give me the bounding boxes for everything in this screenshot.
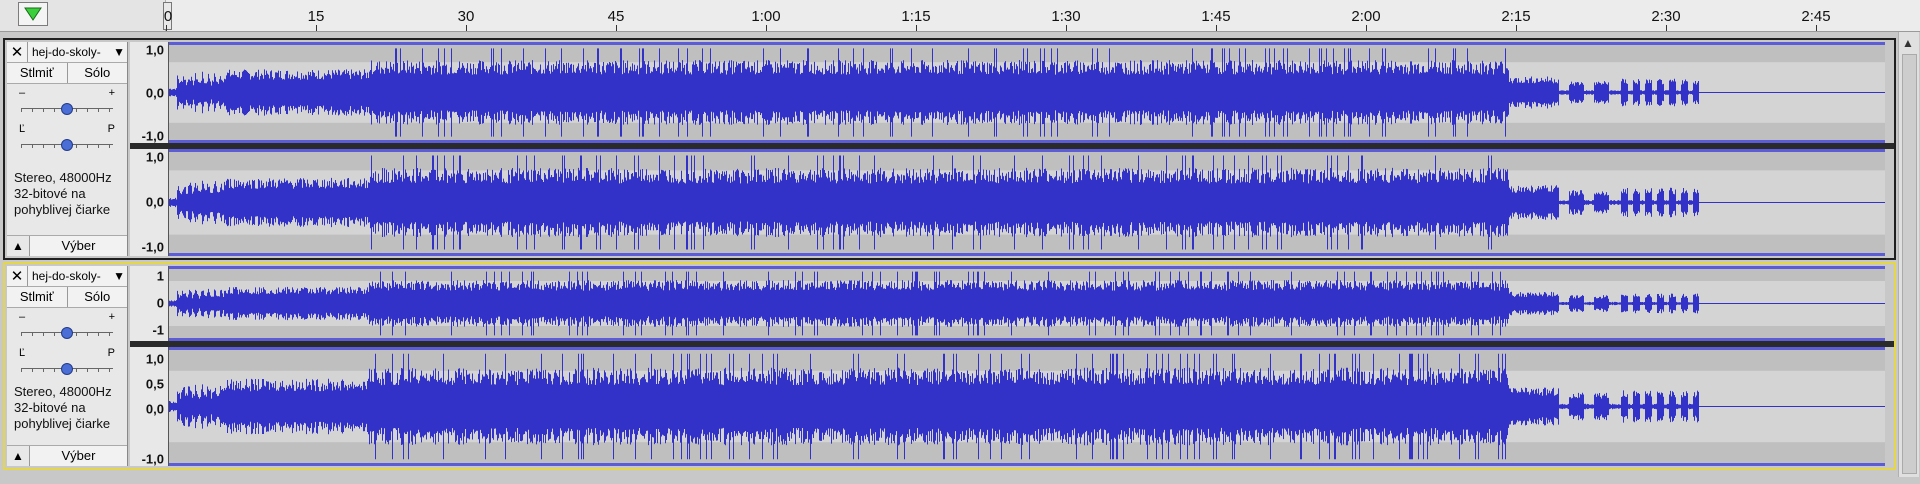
close-icon: ✕ [10,268,24,285]
waveform-right-channel[interactable] [169,347,1885,466]
close-track-button[interactable]: ✕ [7,42,28,62]
solo-button[interactable]: Sólo [67,63,127,83]
ruler-tick-mark [316,25,317,31]
track-name-menu[interactable]: hej-do-skoly- ▼ [28,266,127,286]
ruler-tick-label: 2:15 [1501,8,1531,25]
pan-slider[interactable]: Ľ P [7,344,127,380]
play-head-icon [24,7,42,21]
ruler-tick-label: 1:30 [1051,8,1081,25]
ruler-tick-mark [466,25,467,31]
ruler-tick-mark [166,25,167,31]
ruler-tick-mark [1816,25,1817,31]
gain-slider[interactable]: – + [7,308,127,344]
ruler-tick-mark [1666,25,1667,31]
pan-left-label: Ľ [19,123,26,135]
collapse-arrow-icon: ▲ [12,449,24,463]
waveform-left-channel[interactable] [169,266,1885,341]
scrollbar-thumb[interactable] [1902,54,1917,474]
ruler-tick-mark [1216,25,1217,31]
dropdown-arrow-icon: ▼ [113,45,125,59]
ruler-tick-mark [1066,25,1067,31]
track-control-panel: ✕ hej-do-skoly- ▼ Stlmiť Sólo – + Ľ P Ste… [7,42,128,256]
ruler-tick-label: 0 [163,8,173,25]
ruler-tick-mark [1366,25,1367,31]
gain-minus-label: – [19,87,26,99]
track-name-menu[interactable]: hej-do-skoly- ▼ [28,42,127,62]
play-head-button[interactable] [18,2,48,26]
gain-slider-thumb[interactable] [61,103,73,115]
mute-button[interactable]: Stlmiť [7,287,68,307]
pan-slider-thumb[interactable] [61,363,73,375]
select-track-button[interactable]: Výber [30,236,127,256]
pan-slider[interactable]: Ľ P [7,120,127,156]
track-control-panel: ✕ hej-do-skoly- ▼ Stlmiť Sólo – + Ľ P Ste… [7,266,128,466]
waveform-right-channel[interactable] [169,149,1885,256]
pan-right-label: P [107,347,115,359]
ruler-tick-label: 2:45 [1801,8,1831,25]
close-track-button[interactable]: ✕ [7,266,28,286]
pan-slider-thumb[interactable] [61,139,73,151]
ruler-tick-label: 30 [457,8,475,25]
gain-plus-label: + [108,311,115,323]
waveform-left-channel[interactable] [169,42,1885,143]
ruler-tick-label: 1:15 [901,8,931,25]
amplitude-scale-right-channel[interactable]: 1,0 0,0 -1,0 [130,149,169,256]
audio-track-2[interactable]: ✕ hej-do-skoly- ▼ Stlmiť Sólo – + Ľ P Ste… [3,262,1896,470]
scroll-up-icon[interactable]: ▲ [1902,36,1914,50]
collapse-track-button[interactable]: ▲ [7,236,30,256]
gain-slider[interactable]: – + [7,84,127,120]
audio-track-1[interactable]: ✕ hej-do-skoly- ▼ Stlmiť Sólo – + Ľ P Ste… [3,38,1896,260]
select-track-button[interactable]: Výber [30,446,127,466]
collapse-track-button[interactable]: ▲ [7,446,30,466]
close-icon: ✕ [10,44,24,61]
pan-left-label: Ľ [19,347,26,359]
gain-minus-label: – [19,311,26,323]
ruler-left-cap [0,0,166,31]
dropdown-arrow-icon: ▼ [113,269,125,283]
ruler-tick-label: 2:00 [1351,8,1381,25]
amplitude-scale-left-channel[interactable]: 1,0 0,0 -1,0 [130,42,169,144]
gain-plus-label: + [108,87,115,99]
ruler-tick-label: 2:30 [1651,8,1681,25]
track-format-info: Stereo, 48000Hz 32-bitové na pohyblivej … [14,384,112,431]
track-format-info: Stereo, 48000Hz 32-bitové na pohyblivej … [14,170,112,217]
amplitude-scale-right-channel[interactable]: 1,0 0,5 0,0 -1,0 [130,347,169,467]
mute-button[interactable]: Stlmiť [7,63,68,83]
gain-slider-thumb[interactable] [61,327,73,339]
ruler-tick-label: 15 [307,8,325,25]
ruler-tick-mark [916,25,917,31]
ruler-tick-mark [1516,25,1517,31]
ruler-tick-label: 1:45 [1201,8,1231,25]
timeline-ruler[interactable]: 0 15 30 45 1:00 1:15 1:30 1:45 2:00 2:15 2:30 2:45 [0,0,1920,32]
ruler-tick-mark [616,25,617,31]
ruler-tick-label: 45 [607,8,625,25]
ruler-tick-mark [766,25,767,31]
solo-button[interactable]: Sólo [67,287,127,307]
collapse-arrow-icon: ▲ [12,239,24,253]
ruler-tick-label: 1:00 [751,8,781,25]
amplitude-scale-left-channel[interactable]: 1 0 -1 [130,266,169,341]
vertical-scrollbar[interactable]: ▲ [1898,32,1919,477]
pan-right-label: P [107,123,115,135]
